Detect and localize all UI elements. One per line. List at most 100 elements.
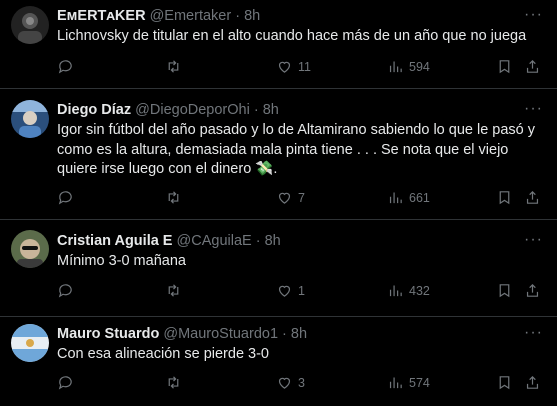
tweet[interactable]: EᴍERTᴀKER @Emertaker · 8h ··· Lichnovsky… bbox=[0, 0, 557, 89]
timestamp[interactable]: 8h bbox=[265, 233, 281, 249]
views-icon bbox=[389, 285, 402, 297]
share-button[interactable] bbox=[524, 374, 541, 391]
retweet-button[interactable] bbox=[165, 282, 182, 299]
separator: · bbox=[235, 8, 241, 24]
tweet-text: Igor sin fútbol del año pasado y lo de A… bbox=[57, 121, 537, 180]
tweet-text-line: quiere irse luego con el dinero 💸. bbox=[57, 161, 278, 177]
tweet-text: Mínimo 3-0 mañana bbox=[57, 252, 537, 272]
tweet-header: EᴍERTᴀKER @Emertaker · 8h bbox=[57, 7, 260, 25]
retweet-icon bbox=[168, 191, 179, 204]
views-button[interactable]: 594 bbox=[387, 58, 430, 75]
bookmark-button[interactable] bbox=[496, 374, 513, 391]
more-icon[interactable]: ··· bbox=[524, 101, 543, 117]
tweet-text-line: Igor sin fútbol del año pasado y lo de A… bbox=[57, 122, 536, 138]
tweet-text-line: Lichnovsky de titular en el alto cuando … bbox=[57, 28, 527, 44]
bookmark-icon bbox=[499, 191, 510, 205]
view-count: 574 bbox=[409, 375, 430, 390]
view-count: 432 bbox=[409, 283, 430, 298]
tweet-header: Mauro Stuardo @MauroStuardo1 · 8h bbox=[57, 325, 307, 343]
avatar[interactable] bbox=[11, 324, 49, 362]
heart-icon bbox=[278, 61, 291, 73]
author-name[interactable]: Cristian Aguila E bbox=[57, 233, 172, 249]
retweet-icon bbox=[168, 60, 179, 73]
timestamp[interactable]: 8h bbox=[263, 102, 279, 118]
like-count: 1 bbox=[298, 283, 305, 298]
tweet-text: Lichnovsky de titular en el alto cuando … bbox=[57, 27, 537, 47]
more-icon[interactable]: ··· bbox=[524, 232, 543, 248]
share-button[interactable] bbox=[524, 189, 541, 206]
author-name[interactable]: Mauro Stuardo bbox=[57, 326, 159, 342]
reply-icon bbox=[58, 60, 72, 74]
bookmark-button[interactable] bbox=[496, 58, 513, 75]
separator: · bbox=[282, 326, 287, 342]
action-bar: 3 574 bbox=[57, 374, 547, 394]
reply-button[interactable] bbox=[57, 58, 74, 75]
bookmark-button[interactable] bbox=[496, 189, 513, 206]
share-icon bbox=[526, 59, 539, 73]
author-handle[interactable]: @MauroStuardo1 bbox=[163, 326, 278, 342]
timestamp[interactable]: 8h bbox=[291, 326, 307, 342]
like-button[interactable]: 7 bbox=[276, 189, 305, 206]
author-name[interactable]: EᴍERTᴀKER bbox=[57, 8, 146, 24]
retweet-icon bbox=[168, 284, 179, 297]
more-icon[interactable]: ··· bbox=[524, 7, 543, 23]
view-count: 594 bbox=[409, 59, 430, 74]
action-bar: 11 594 bbox=[57, 58, 547, 78]
avatar[interactable] bbox=[11, 6, 49, 44]
tweet-text-line: como es la altura, demasiada mala pinta … bbox=[57, 141, 509, 158]
author-handle[interactable]: @CAguilaE bbox=[177, 233, 252, 249]
heart-icon bbox=[278, 285, 291, 297]
views-button[interactable]: 432 bbox=[387, 282, 430, 299]
author-handle[interactable]: @DiegoDeporOhi bbox=[135, 102, 250, 118]
retweet-button[interactable] bbox=[165, 374, 182, 391]
share-icon bbox=[526, 283, 539, 297]
retweet-button[interactable] bbox=[165, 58, 182, 75]
like-count: 7 bbox=[298, 190, 305, 205]
like-button[interactable]: 3 bbox=[276, 374, 305, 391]
tweet[interactable]: Diego Díaz @DiegoDeporOhi · 8h ··· Igor … bbox=[0, 89, 557, 220]
author-name[interactable]: Diego Díaz bbox=[57, 102, 131, 118]
avatar[interactable] bbox=[11, 230, 49, 268]
more-icon[interactable]: ··· bbox=[524, 325, 543, 341]
bookmark-icon bbox=[499, 376, 510, 390]
views-icon bbox=[389, 377, 402, 389]
reply-button[interactable] bbox=[57, 189, 74, 206]
views-icon bbox=[389, 61, 402, 73]
view-count: 661 bbox=[409, 190, 430, 205]
retweet-icon bbox=[168, 376, 179, 389]
action-bar: 1 432 bbox=[57, 282, 547, 302]
views-icon bbox=[389, 192, 402, 204]
tweet-text: Con esa alineación se pierde 3-0 bbox=[57, 345, 537, 365]
share-icon bbox=[526, 375, 539, 389]
tweet-header: Diego Díaz @DiegoDeporOhi · 8h bbox=[57, 101, 279, 119]
bookmark-icon bbox=[499, 284, 510, 298]
like-button[interactable]: 11 bbox=[276, 58, 311, 75]
reply-icon bbox=[58, 376, 72, 390]
share-button[interactable] bbox=[524, 282, 541, 299]
tweet[interactable]: Cristian Aguila E @CAguilaE · 8h ··· Mín… bbox=[0, 220, 557, 317]
timestamp[interactable]: 8h bbox=[244, 8, 260, 24]
views-button[interactable]: 661 bbox=[387, 189, 430, 206]
reply-feed: EᴍERTᴀKER @Emertaker · 8h ··· Lichnovsky… bbox=[0, 0, 557, 406]
reply-icon bbox=[58, 191, 72, 205]
reply-icon bbox=[58, 284, 72, 298]
tweet-text-line: Mínimo 3-0 mañana bbox=[57, 253, 186, 269]
avatar[interactable] bbox=[11, 100, 49, 138]
separator: · bbox=[255, 233, 261, 249]
bookmark-button[interactable] bbox=[496, 282, 513, 299]
tweet[interactable]: Mauro Stuardo @MauroStuardo1 · 8h ··· Co… bbox=[0, 317, 557, 406]
reply-button[interactable] bbox=[57, 282, 74, 299]
like-button[interactable]: 1 bbox=[276, 282, 305, 299]
views-button[interactable]: 574 bbox=[387, 374, 430, 391]
tweet-header: Cristian Aguila E @CAguilaE · 8h bbox=[57, 232, 281, 250]
share-icon bbox=[526, 190, 539, 204]
author-handle[interactable]: @Emertaker bbox=[150, 8, 232, 24]
heart-icon bbox=[278, 192, 291, 204]
retweet-button[interactable] bbox=[165, 189, 182, 206]
bookmark-icon bbox=[499, 60, 510, 74]
tweet-text-line: Con esa alineación se pierde 3-0 bbox=[57, 346, 269, 362]
reply-button[interactable] bbox=[57, 374, 74, 391]
heart-icon bbox=[278, 377, 291, 389]
action-bar: 7 661 bbox=[57, 189, 547, 209]
share-button[interactable] bbox=[524, 58, 541, 75]
